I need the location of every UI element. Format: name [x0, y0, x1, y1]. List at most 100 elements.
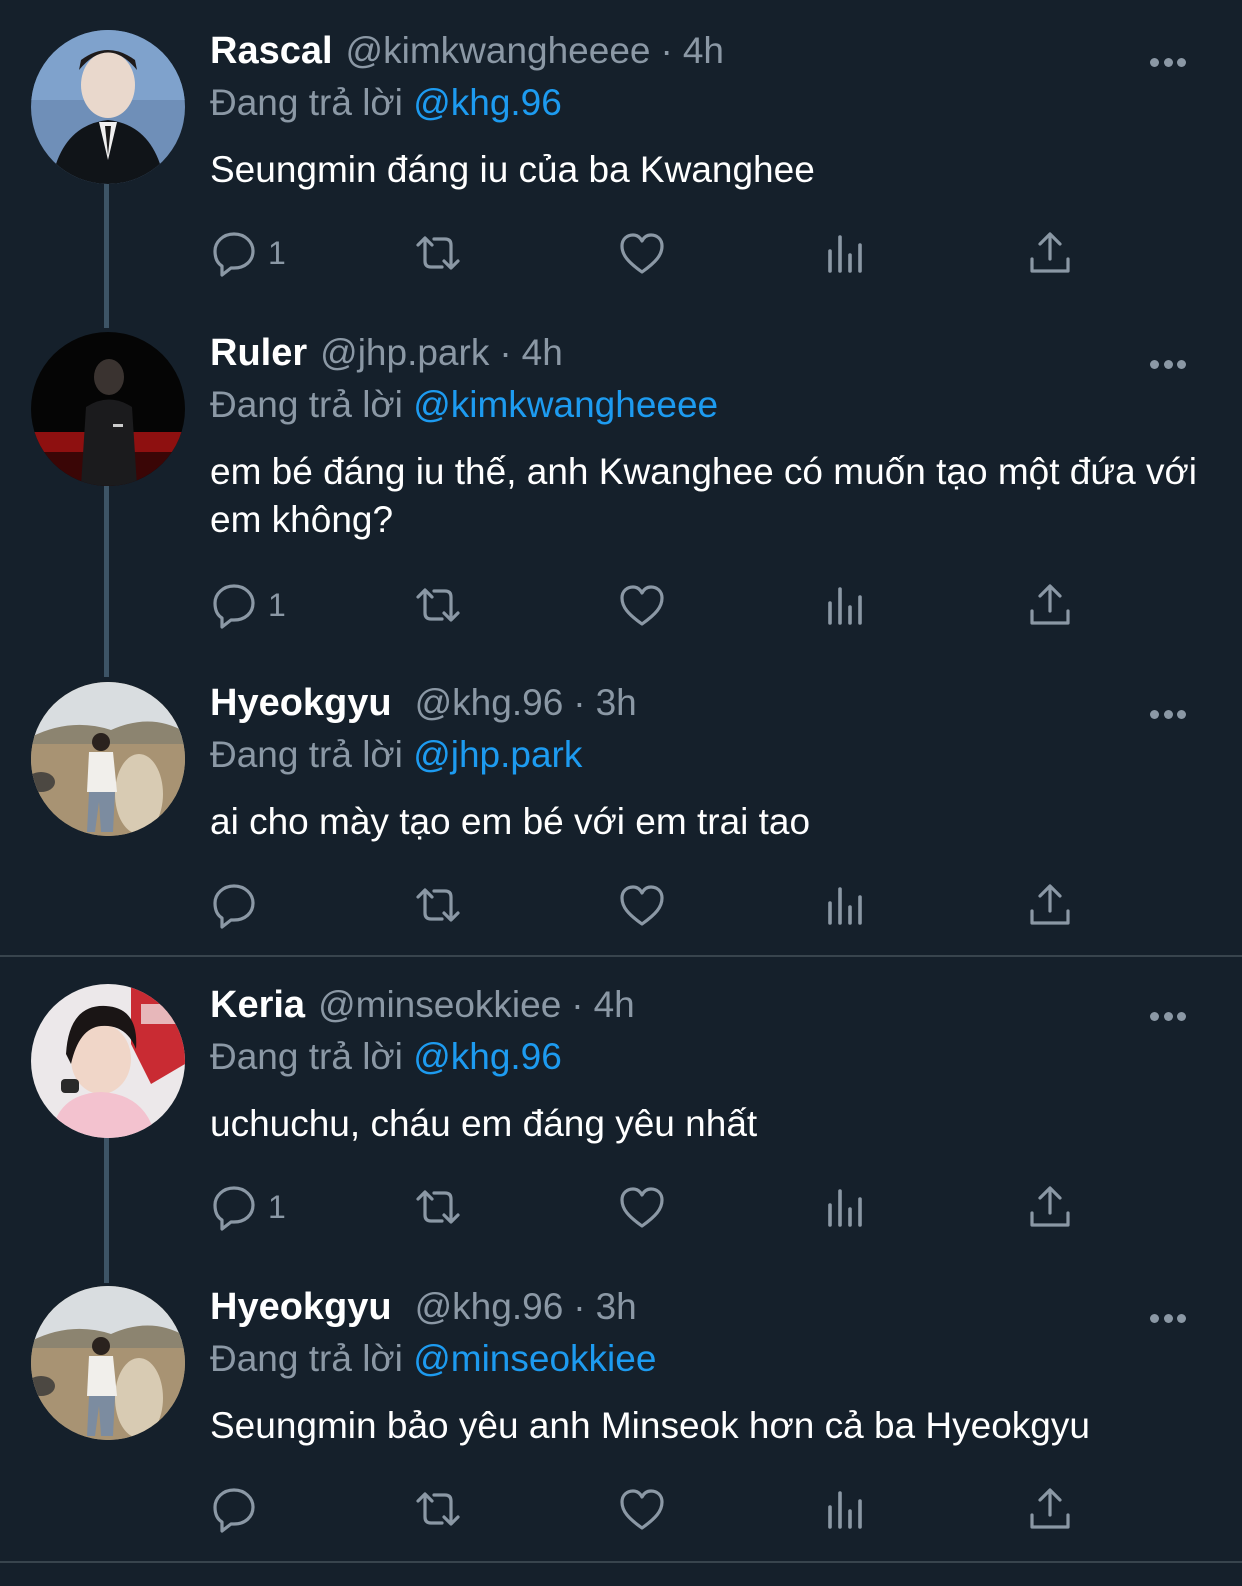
replying-to: Đang trả lời @khg.96 [210, 82, 562, 124]
divider [0, 1561, 1242, 1563]
separator-dot: · [573, 682, 586, 723]
tweet-text: uchuchu, cháu em đáng yêu nhất [210, 1103, 758, 1144]
display-name[interactable]: Hyeokgyu [210, 1286, 392, 1329]
avatar[interactable] [31, 1286, 185, 1440]
retweet-button[interactable] [414, 580, 462, 630]
retweet-button[interactable] [414, 228, 462, 278]
replying-prefix: Đang trả lời [210, 734, 403, 775]
replying-prefix: Đang trả lời [210, 82, 403, 123]
reply-button[interactable] [210, 880, 268, 930]
views-button[interactable] [822, 1484, 870, 1534]
like-button[interactable] [618, 228, 666, 278]
action-bar: 1 [210, 1182, 1210, 1232]
avatar[interactable] [31, 682, 185, 836]
retweet-icon [416, 1492, 460, 1526]
retweet-button[interactable] [414, 880, 462, 930]
more-options-icon[interactable] [1150, 58, 1186, 67]
thread-line [104, 182, 109, 328]
retweet-button[interactable] [414, 1484, 462, 1534]
share-icon [1030, 232, 1070, 273]
views-button[interactable] [822, 880, 870, 930]
timestamp[interactable]: 3h [596, 1286, 637, 1328]
more-options-icon[interactable] [1150, 1012, 1186, 1021]
views-button[interactable] [822, 228, 870, 278]
analytics-icon [828, 1189, 862, 1227]
reply-icon [213, 1488, 255, 1533]
user-handle[interactable]: @minseokkiee [318, 984, 561, 1026]
share-button[interactable] [1026, 1182, 1074, 1232]
more-options-icon[interactable] [1150, 710, 1186, 719]
display-name[interactable]: Ruler [210, 332, 307, 375]
replying-to: Đang trả lời @jhp.park [210, 734, 582, 776]
action-bar [210, 880, 1210, 930]
like-button[interactable] [618, 1484, 666, 1534]
heart-icon [620, 885, 664, 926]
reply-button[interactable]: 1 [210, 228, 286, 278]
avatar-icon [31, 984, 185, 1138]
reply-button[interactable]: 1 [210, 1182, 286, 1232]
share-button[interactable] [1026, 580, 1074, 630]
share-button[interactable] [1026, 880, 1074, 930]
timestamp[interactable]: 4h [683, 30, 724, 72]
mention-link[interactable]: @khg.96 [413, 1036, 562, 1077]
divider [0, 955, 1242, 957]
avatar-icon [31, 332, 185, 486]
avatar[interactable] [31, 984, 185, 1138]
reply-count: 1 [268, 234, 286, 271]
tweet-text: ai cho mày tạo em bé với em trai tao [210, 801, 811, 842]
views-button[interactable] [822, 1182, 870, 1232]
mention-link[interactable]: @kimkwangheeee [413, 384, 718, 425]
analytics-icon [828, 1491, 862, 1529]
mention-link[interactable]: @khg.96 [413, 82, 562, 123]
user-handle[interactable]: @khg.96 [415, 1286, 564, 1328]
views-button[interactable] [822, 580, 870, 630]
reply-count: 1 [268, 586, 286, 623]
display-name[interactable]: Hyeokgyu [210, 682, 392, 725]
reply-button[interactable]: 1 [210, 580, 286, 630]
share-icon [1030, 584, 1070, 625]
user-handle[interactable]: @khg.96 [415, 682, 564, 724]
retweet-icon [416, 236, 460, 270]
separator-dot: · [660, 30, 673, 71]
separator-dot: · [573, 1286, 586, 1327]
mention-link[interactable]: @jhp.park [413, 734, 582, 775]
more-options-icon[interactable] [1150, 1314, 1186, 1323]
like-button[interactable] [618, 880, 666, 930]
reply-button[interactable] [210, 1484, 268, 1534]
replying-prefix: Đang trả lời [210, 384, 403, 425]
like-button[interactable] [618, 580, 666, 630]
mention-link[interactable]: @minseokkiee [413, 1338, 656, 1379]
thread-line [104, 1137, 109, 1283]
retweet-icon [416, 1190, 460, 1224]
tweet-header: Hyeokgyu @khg.96 · 3h [210, 682, 637, 732]
replying-prefix: Đang trả lời [210, 1036, 403, 1077]
tweet-text: em bé đáng iu thế, anh Kwanghee có muốn … [210, 451, 1197, 540]
retweet-button[interactable] [414, 1182, 462, 1232]
more-options-icon[interactable] [1150, 360, 1186, 369]
action-bar: 1 [210, 580, 1210, 630]
timestamp[interactable]: 3h [596, 682, 637, 724]
reply-icon [213, 232, 255, 277]
avatar-icon [31, 682, 185, 836]
timestamp[interactable]: 4h [594, 984, 635, 1026]
thread-line [104, 485, 109, 677]
user-handle[interactable]: @jhp.park [320, 332, 489, 374]
heart-icon [620, 585, 664, 626]
user-handle[interactable]: @kimkwangheeee [346, 30, 651, 72]
share-button[interactable] [1026, 228, 1074, 278]
display-name[interactable]: Rascal [210, 30, 333, 73]
share-button[interactable] [1026, 1484, 1074, 1534]
retweet-icon [416, 588, 460, 622]
separator-dot: · [571, 984, 584, 1025]
timestamp[interactable]: 4h [522, 332, 563, 374]
replying-prefix: Đang trả lời [210, 1338, 403, 1379]
avatar[interactable] [31, 30, 185, 184]
tweet-header: Hyeokgyu @khg.96 · 3h [210, 1286, 637, 1336]
analytics-icon [828, 887, 862, 925]
tweet-text: Seungmin đáng iu của ba Kwanghee [210, 149, 815, 190]
heart-icon [620, 233, 664, 274]
like-button[interactable] [618, 1182, 666, 1232]
avatar-icon [31, 30, 185, 184]
display-name[interactable]: Keria [210, 984, 305, 1027]
avatar[interactable] [31, 332, 185, 486]
